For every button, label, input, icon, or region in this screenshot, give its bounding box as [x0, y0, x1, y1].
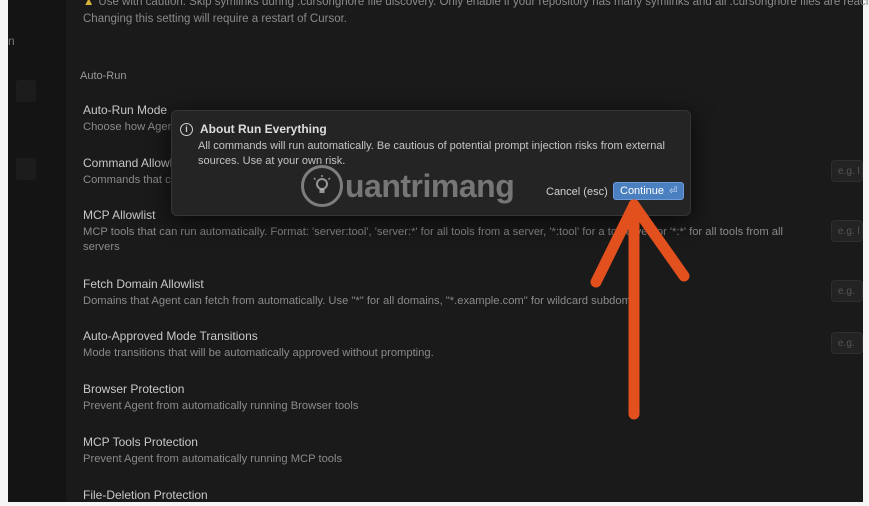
info-icon: i: [180, 122, 193, 136]
setting-auto-approved-mode-transitions: Auto-Approved Mode Transitions Mode tran…: [83, 328, 803, 361]
setting-title: MCP Tools Protection: [83, 435, 198, 449]
frame-left: [0, 0, 8, 506]
setting-description: Prevent Agent from automatically running…: [83, 453, 343, 465]
setting-description: MCP tools that can run automatically. Fo…: [83, 226, 783, 253]
settings-sidebar: n: [8, 0, 66, 502]
fetch-domain-allowlist-input[interactable]: e.g. s: [831, 280, 863, 302]
settings-main-panel: ▲ Use with caution. Skip symlinks during …: [66, 0, 869, 503]
dialog-title-row: i About Run Everything: [180, 122, 327, 136]
setting-title: File-Deletion Protection: [83, 488, 208, 502]
warning-line-1: Use with caution. Skip symlinks during .…: [98, 0, 869, 8]
setting-title: Fetch Domain Allowlist: [83, 277, 204, 291]
section-label-auto-run: Auto-Run: [80, 70, 127, 82]
cancel-button[interactable]: Cancel (esc): [544, 184, 610, 200]
command-allowlist-input[interactable]: e.g. l: [831, 160, 863, 182]
symlink-warning: ▲ Use with caution. Skip symlinks during …: [83, 0, 869, 28]
mcp-allowlist-input[interactable]: e.g. l: [831, 220, 863, 242]
setting-description: Domains that Agent can fetch from automa…: [83, 295, 640, 307]
setting-browser-protection[interactable]: Browser Protection Prevent Agent from au…: [83, 381, 803, 414]
enter-key-icon: ⏎: [669, 185, 678, 197]
continue-label: Continue: [620, 185, 665, 197]
setting-file-deletion-protection[interactable]: File-Deletion Protection: [83, 487, 803, 503]
warning-icon: ▲: [83, 0, 95, 8]
setting-fetch-domain-allowlist: Fetch Domain Allowlist Domains that Agen…: [83, 276, 803, 309]
sidebar-item-box[interactable]: [16, 158, 36, 180]
setting-title: Auto-Approved Mode Transitions: [83, 329, 258, 343]
dialog-body: All commands will run automatically. Be …: [198, 140, 665, 167]
sidebar-item-box[interactable]: [16, 80, 36, 102]
mode-transitions-input[interactable]: e.g. a: [831, 332, 863, 354]
setting-description: Prevent Agent from automatically running…: [83, 400, 359, 412]
dialog-title: About Run Everything: [200, 122, 327, 136]
warning-line-2: Changing this setting will require a res…: [83, 13, 347, 25]
frame-right: [863, 0, 869, 506]
setting-mcp-tools-protection[interactable]: MCP Tools Protection Prevent Agent from …: [83, 434, 803, 467]
setting-description: Mode transitions that will be automatica…: [83, 347, 434, 359]
run-everything-dialog: i About Run Everything All commands will…: [171, 110, 691, 216]
continue-button[interactable]: Continue ⏎: [613, 182, 685, 200]
setting-title: Browser Protection: [83, 382, 185, 396]
sidebar-text-fragment: n: [8, 34, 15, 48]
